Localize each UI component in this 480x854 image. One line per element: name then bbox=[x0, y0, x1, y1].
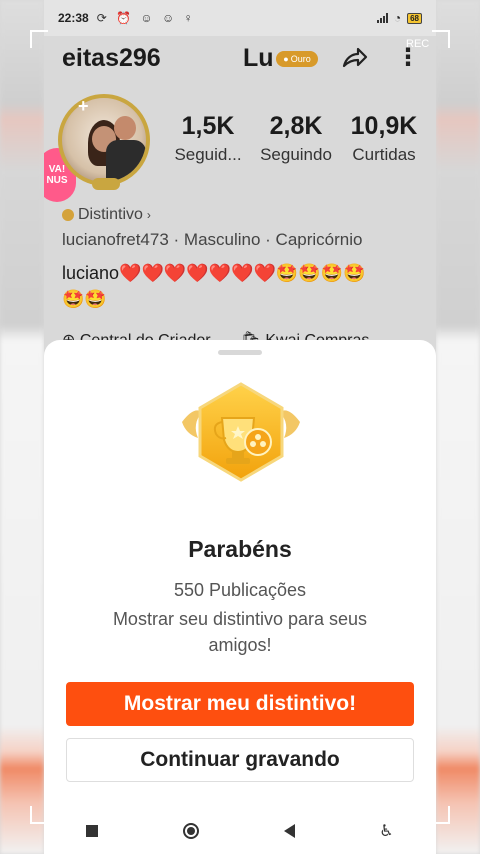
badge-link-label: Distintivo bbox=[78, 206, 143, 223]
sheet-title: Parabéns bbox=[188, 536, 292, 562]
bio-line: 🤩🤩 bbox=[62, 289, 107, 309]
profile-stats: 1,5K Seguid... 2,8K Seguindo 10,9K Curti… bbox=[164, 112, 434, 165]
avatar[interactable] bbox=[58, 94, 150, 186]
chevron-right-icon: › bbox=[146, 208, 151, 222]
add-avatar-icon[interactable]: + bbox=[78, 96, 89, 117]
show-badge-button[interactable]: Mostrar meu distintivo! bbox=[66, 682, 414, 726]
stat-value: 2,8K bbox=[269, 112, 323, 140]
avatar-frame-ribbon bbox=[92, 178, 120, 190]
stat-followers[interactable]: 1,5K Seguid... bbox=[164, 112, 252, 165]
sheet-description: Mostrar seu distintivo para seus amigos! bbox=[112, 609, 368, 655]
rec-frame-corner bbox=[30, 30, 48, 48]
notification-icons: ⟳ ⏰ ☺ ☺ ♀ bbox=[96, 11, 196, 25]
gold-badge[interactable]: ● Ouro bbox=[276, 51, 318, 67]
signal-icon bbox=[376, 13, 388, 23]
posts-count: 550 Publicações bbox=[173, 580, 307, 600]
stat-label: Seguindo bbox=[260, 145, 332, 164]
rec-frame-corner bbox=[432, 30, 450, 48]
promo-line-1: VA! bbox=[48, 164, 66, 175]
stat-following[interactable]: 2,8K Seguindo bbox=[252, 112, 340, 165]
stat-label: Seguid... bbox=[174, 145, 242, 164]
stat-likes[interactable]: 10,9K Curtidas bbox=[340, 112, 428, 165]
back-icon[interactable] bbox=[283, 824, 295, 838]
profile-bio: luciano❤️❤️❤️❤️❤️❤️❤️🤩🤩🤩🤩 🤩🤩 bbox=[62, 260, 422, 312]
profile-header: eitas296 Lu ● Ouro ⋮ REC VA! NUS + 1,5K … bbox=[44, 36, 436, 366]
backdrop-left bbox=[0, 0, 44, 854]
badge-dot-icon bbox=[62, 209, 74, 221]
backdrop-right bbox=[436, 0, 480, 854]
recents-icon[interactable] bbox=[86, 825, 99, 837]
sheet-drag-handle[interactable] bbox=[218, 350, 262, 355]
badge-bottom-sheet: Parabéns 550 Publicações Mostrar seu dis… bbox=[44, 340, 436, 830]
status-time: 22:38 bbox=[58, 11, 89, 25]
status-bar: 22:38 ⟳ ⏰ ☺ ☺ ♀ ◔ 68 bbox=[44, 0, 436, 36]
rec-indicator: REC bbox=[406, 38, 430, 50]
phone-screen: 22:38 ⟳ ⏰ ☺ ☺ ♀ ◔ 68 eitas296 Lu ● Ouro … bbox=[44, 0, 436, 854]
rec-frame-corner bbox=[30, 806, 48, 824]
badge-link[interactable]: Distintivo › bbox=[62, 206, 151, 224]
gold-badge-label: Ouro bbox=[290, 54, 311, 64]
stat-label: Curtidas bbox=[352, 145, 416, 164]
promo-line-2: NUS bbox=[46, 175, 68, 186]
system-nav-bar: ♿ bbox=[44, 808, 436, 854]
status-right: ◔ 68 bbox=[376, 11, 422, 25]
wifi-icon: ◔ bbox=[393, 11, 402, 25]
continue-recording-button[interactable]: Continuar gravando bbox=[66, 738, 414, 782]
rec-frame-corner bbox=[432, 806, 450, 824]
home-icon[interactable] bbox=[182, 823, 199, 839]
profile-username: eitas296 bbox=[62, 44, 161, 72]
share-icon[interactable] bbox=[340, 44, 368, 72]
stat-value: 10,9K bbox=[350, 112, 418, 140]
trophy-badge-icon bbox=[182, 382, 300, 482]
accessibility-icon[interactable]: ♿ bbox=[379, 821, 393, 841]
stat-value: 1,5K bbox=[181, 112, 235, 140]
coin-icon: ● bbox=[283, 54, 289, 64]
profile-meta: lucianofret473 · Masculino · Capricórnio bbox=[62, 230, 363, 249]
profile-display-name: Lu bbox=[243, 44, 274, 72]
battery-icon: 68 bbox=[407, 12, 422, 24]
bio-line: luciano❤️❤️❤️❤️❤️❤️❤️🤩🤩🤩🤩 bbox=[62, 263, 366, 283]
